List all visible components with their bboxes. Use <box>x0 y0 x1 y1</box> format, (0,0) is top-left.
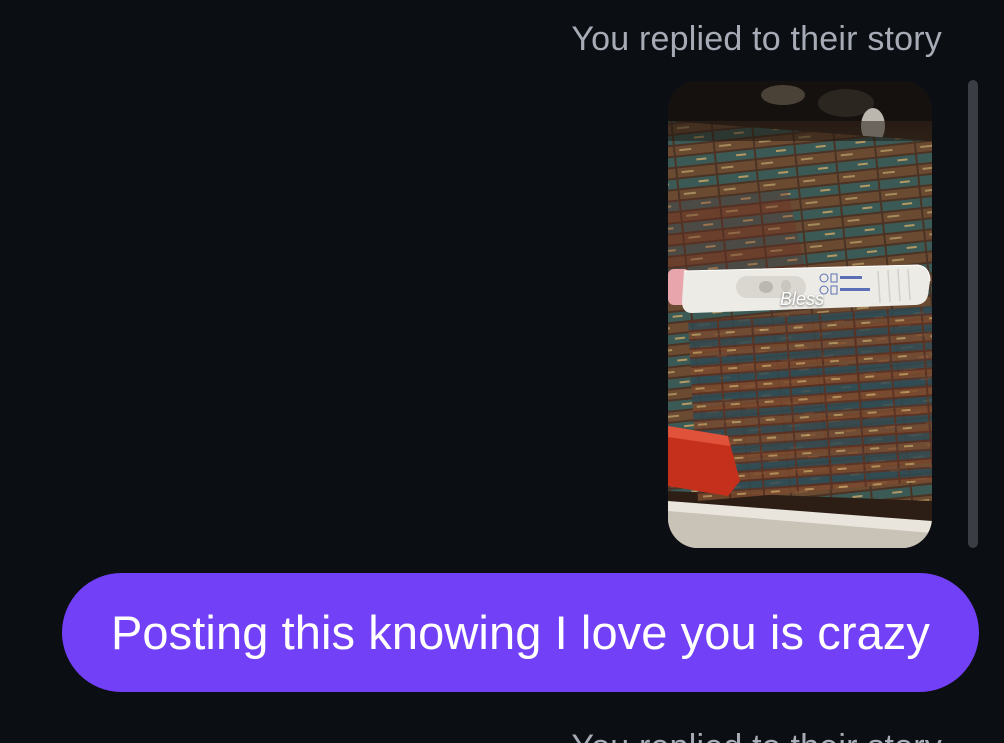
sent-message-bubble[interactable]: Posting this knowing I love you is crazy <box>62 573 979 692</box>
message-text: Posting this knowing I love you is crazy <box>110 606 931 659</box>
story-reply-caption: You replied to their story <box>571 20 942 58</box>
scrollbar[interactable] <box>968 80 978 548</box>
dm-thread: You replied to their story Bless Posting… <box>0 0 1004 743</box>
story-overlay-text: Bless <box>779 289 824 309</box>
story-photo <box>668 81 932 548</box>
story-reply-caption-next: You replied to their story <box>571 728 942 743</box>
story-thumbnail[interactable]: Bless <box>668 81 932 548</box>
